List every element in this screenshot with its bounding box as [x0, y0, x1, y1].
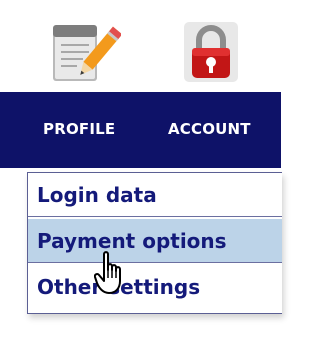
menu-item-other-settings[interactable]: Other settings [28, 265, 282, 309]
icon-bar [0, 0, 281, 92]
red-padlock-icon[interactable] [180, 20, 242, 84]
main-nav-bar: PROFILE ACCOUNT [0, 92, 281, 168]
pencil-notepad-icon[interactable] [47, 15, 121, 85]
profile-dropdown-menu: Login data Payment options Other setting… [27, 172, 282, 314]
hand-pointer-cursor [94, 251, 121, 294]
menu-item-payment-options[interactable]: Payment options [28, 219, 282, 263]
tab-profile[interactable]: PROFILE [43, 120, 115, 138]
menu-item-login-data[interactable]: Login data [28, 173, 282, 217]
tab-account[interactable]: ACCOUNT [168, 120, 251, 138]
